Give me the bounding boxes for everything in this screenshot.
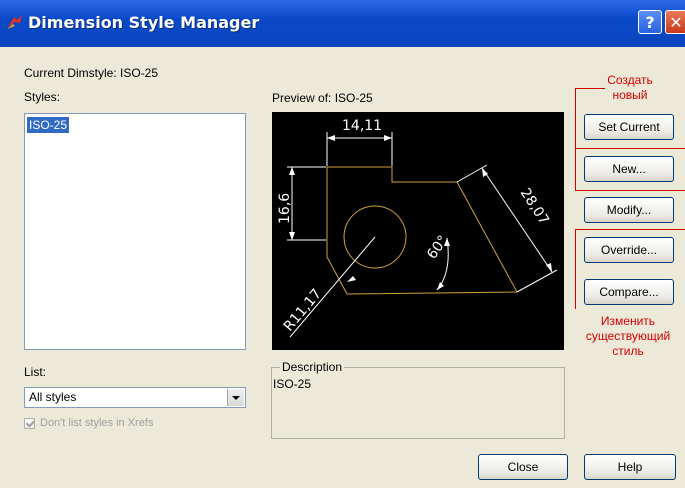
list-label: List: [24, 365, 47, 379]
styles-list-item[interactable]: ISO-25 [27, 117, 70, 133]
modify-annotation-line1: Изменить [600, 314, 656, 328]
styles-list[interactable]: ISO-25 [24, 113, 246, 350]
description-group [271, 367, 565, 439]
new-button[interactable]: New... [584, 156, 674, 182]
list-select-value: All styles [29, 390, 77, 404]
annotation-line [575, 148, 685, 149]
annotation-line [575, 229, 685, 230]
create-annotation-line1: Создать [607, 73, 653, 87]
window-title: Dimension Style Manager [28, 13, 260, 32]
dim-right-text: 28,07 [517, 185, 552, 227]
dim-left-text: 16,6 [277, 193, 293, 224]
modify-annotation: Изменить существующий стиль [572, 314, 684, 359]
annotation-line [575, 190, 685, 191]
compare-button[interactable]: Compare... [584, 279, 674, 305]
preview-panel: 14,11 16,6 28,07 60° R11,17 [272, 112, 564, 350]
annotation-line [575, 229, 576, 309]
part-outline [326, 166, 518, 295]
help-button[interactable]: Help [584, 454, 676, 480]
override-button[interactable]: Override... [584, 237, 674, 263]
title-bar: Dimension Style Manager ? ✕ [0, 0, 685, 47]
description-text: ISO-25 [273, 377, 312, 391]
modify-annotation-line2: существующий [585, 329, 671, 343]
preview-label: Preview of: ISO-25 [272, 91, 373, 105]
chevron-down-icon[interactable] [227, 389, 244, 406]
description-legend: Description [280, 360, 345, 374]
create-annotation-line2: новый [612, 88, 648, 102]
modify-annotation-line3: стиль [612, 344, 644, 358]
set-current-button[interactable]: Set Current [584, 114, 674, 140]
styles-label: Styles: [24, 90, 61, 104]
close-button[interactable]: Close [478, 454, 568, 480]
annotation-line [575, 88, 576, 191]
modify-button[interactable]: Modify... [584, 197, 674, 223]
dim-top-text: 14,11 [342, 118, 382, 134]
annotation-line [575, 88, 605, 89]
list-select[interactable]: All styles [24, 387, 246, 408]
app-icon [7, 15, 22, 29]
xrefs-checkbox[interactable] [24, 418, 35, 429]
dim-angle-text: 60° [424, 233, 451, 263]
preview-drawing: 14,11 16,6 28,07 60° R11,17 [277, 118, 558, 338]
current-dimstyle-label: Current Dimstyle: ISO-25 [24, 66, 159, 80]
xrefs-checkbox-label: Don't list styles in Xrefs [40, 417, 154, 429]
close-title-button[interactable]: ✕ [665, 10, 685, 34]
dim-radius-text: R11,17 [281, 286, 325, 334]
help-title-button[interactable]: ? [638, 10, 662, 34]
